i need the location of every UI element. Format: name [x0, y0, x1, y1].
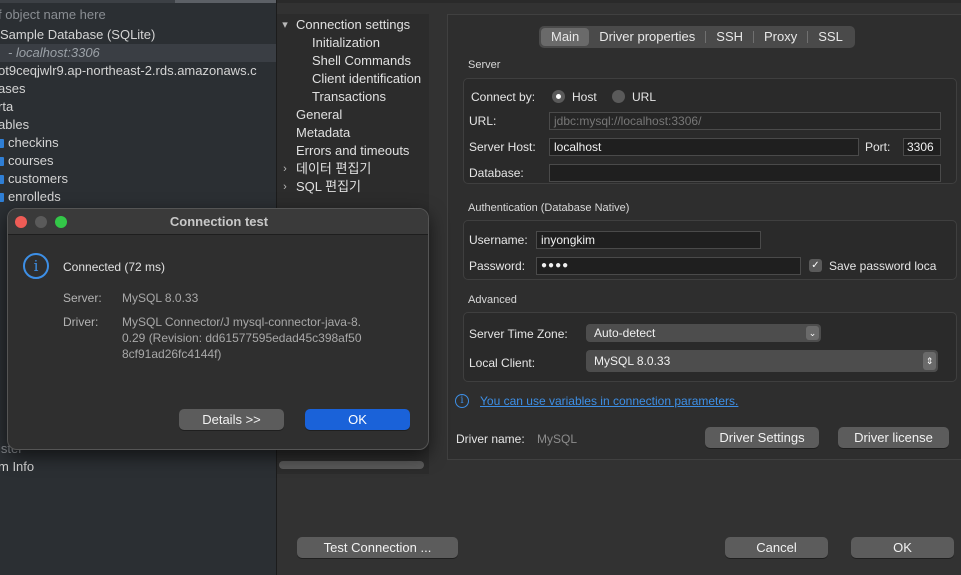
- password-field[interactable]: ●●●●: [536, 257, 801, 275]
- tree-item-transactions[interactable]: Transactions: [312, 88, 386, 106]
- database-label: Database:: [469, 166, 524, 180]
- tree-node-schema[interactable]: rta: [0, 98, 13, 116]
- local-client-label: Local Client:: [469, 356, 536, 370]
- settings-tabs: Main Driver properties SSH Proxy SSL: [539, 26, 855, 48]
- navigator-filter-input[interactable]: f object name here: [0, 6, 106, 24]
- local-client-select[interactable]: MySQL 8.0.33 ⇕: [586, 350, 938, 372]
- tree-node-sample-database[interactable]: Sample Database (SQLite): [0, 26, 155, 44]
- tree-node-localhost[interactable]: - localhost:3306: [0, 44, 276, 62]
- table-node[interactable]: courses: [0, 152, 54, 170]
- chevron-down-icon: ⌄: [806, 326, 819, 340]
- server-host-label: Server Host:: [469, 140, 536, 154]
- tab-proxy[interactable]: Proxy: [754, 28, 807, 46]
- navigator-toolbar-edge: [0, 0, 276, 3]
- connection-status: Connected (72 ms): [63, 260, 166, 274]
- tree-item-general[interactable]: General: [296, 106, 342, 124]
- tree-node-tables[interactable]: ables: [0, 116, 29, 134]
- url-label: URL:: [469, 114, 497, 128]
- driver-license-button[interactable]: Driver license: [838, 427, 949, 448]
- driver-label: Driver:: [63, 315, 99, 329]
- tree-node-system-info[interactable]: m Info: [0, 458, 34, 476]
- save-password-checkbox[interactable]: ✓: [809, 259, 822, 272]
- database-field[interactable]: [549, 164, 941, 182]
- tree-item-metadata[interactable]: Metadata: [296, 124, 350, 142]
- server-label: Server:: [63, 291, 102, 305]
- table-icon: [0, 139, 4, 148]
- driver-settings-button[interactable]: Driver Settings: [705, 427, 819, 448]
- server-version: MySQL 8.0.33: [122, 291, 199, 305]
- table-icon: [0, 175, 4, 184]
- tab-ssh[interactable]: SSH: [706, 28, 753, 46]
- tree-item-client-identification[interactable]: Client identification: [312, 70, 421, 88]
- connect-by-label: Connect by:: [471, 90, 536, 104]
- table-icon: [0, 157, 4, 166]
- cancel-button[interactable]: Cancel: [725, 537, 828, 558]
- test-ok-button[interactable]: OK: [305, 409, 410, 430]
- dialog-title-edge: [277, 0, 961, 3]
- connection-test-dialog: Connection test i Connected (72 ms) Serv…: [7, 208, 429, 450]
- chevron-updown-icon: ⇕: [923, 352, 936, 370]
- tree-item-initialization[interactable]: Initialization: [312, 34, 380, 52]
- close-window-button[interactable]: [15, 216, 27, 228]
- chevron-right-icon[interactable]: ›: [279, 160, 291, 178]
- details-button[interactable]: Details >>: [179, 409, 284, 430]
- table-node[interactable]: enrolleds: [0, 188, 61, 206]
- port-label: Port:: [865, 140, 891, 154]
- url-radio[interactable]: [612, 90, 625, 103]
- username-field[interactable]: inyongkim: [536, 231, 761, 249]
- dialog-title: Connection test: [8, 209, 428, 235]
- tab-main[interactable]: Main: [541, 28, 590, 46]
- tree-node-databases[interactable]: ases: [0, 80, 25, 98]
- password-label: Password:: [469, 259, 526, 273]
- save-password-label[interactable]: Save password loca: [829, 258, 943, 274]
- table-node[interactable]: checkins: [0, 134, 59, 152]
- chevron-down-icon[interactable]: ▾: [279, 16, 291, 34]
- advanced-group-title: Advanced: [468, 294, 517, 306]
- chevron-right-icon[interactable]: ›: [279, 178, 291, 196]
- variables-help-link[interactable]: You can use variables in connection para…: [480, 394, 738, 408]
- url-radio-label[interactable]: URL: [632, 89, 656, 105]
- tree-item-errors-timeouts[interactable]: Errors and timeouts: [296, 142, 409, 160]
- tab-driver-properties[interactable]: Driver properties: [589, 28, 705, 46]
- driver-name-value: MySQL: [537, 432, 578, 446]
- info-icon: i: [23, 253, 49, 279]
- timezone-label: Server Time Zone:: [469, 327, 568, 341]
- server-group-title: Server: [468, 59, 501, 71]
- tab-ssl[interactable]: SSL: [808, 28, 853, 46]
- table-node[interactable]: customers: [0, 170, 68, 188]
- zoom-window-button[interactable]: [55, 216, 67, 228]
- server-host-field[interactable]: localhost: [549, 138, 859, 156]
- tree-item-shell-commands[interactable]: Shell Commands: [312, 52, 411, 70]
- app-window: f object name here Sample Database (SQLi…: [0, 0, 961, 575]
- username-label: Username:: [469, 233, 528, 247]
- minimize-window-button[interactable]: [35, 216, 47, 228]
- url-field[interactable]: jdbc:mysql://localhost:3306/: [549, 112, 941, 130]
- host-radio[interactable]: [552, 90, 565, 103]
- table-icon: [0, 193, 4, 202]
- host-radio-label[interactable]: Host: [572, 89, 597, 105]
- port-field[interactable]: 3306: [903, 138, 941, 156]
- tree-scrollbar[interactable]: [279, 461, 424, 469]
- ok-button[interactable]: OK: [851, 537, 954, 558]
- driver-version: MySQL Connector/J mysql-connector-java-8…: [122, 315, 362, 361]
- test-connection-button[interactable]: Test Connection ...: [297, 537, 458, 558]
- tree-node-rds-connection[interactable]: ot9ceqjwlr9.ap-northeast-2.rds.amazonaws…: [0, 62, 257, 80]
- driver-name-label: Driver name:: [456, 432, 525, 446]
- info-icon: i: [455, 394, 469, 408]
- auth-group-title: Authentication (Database Native): [468, 202, 630, 214]
- timezone-select[interactable]: Auto-detect ⌄: [586, 324, 821, 342]
